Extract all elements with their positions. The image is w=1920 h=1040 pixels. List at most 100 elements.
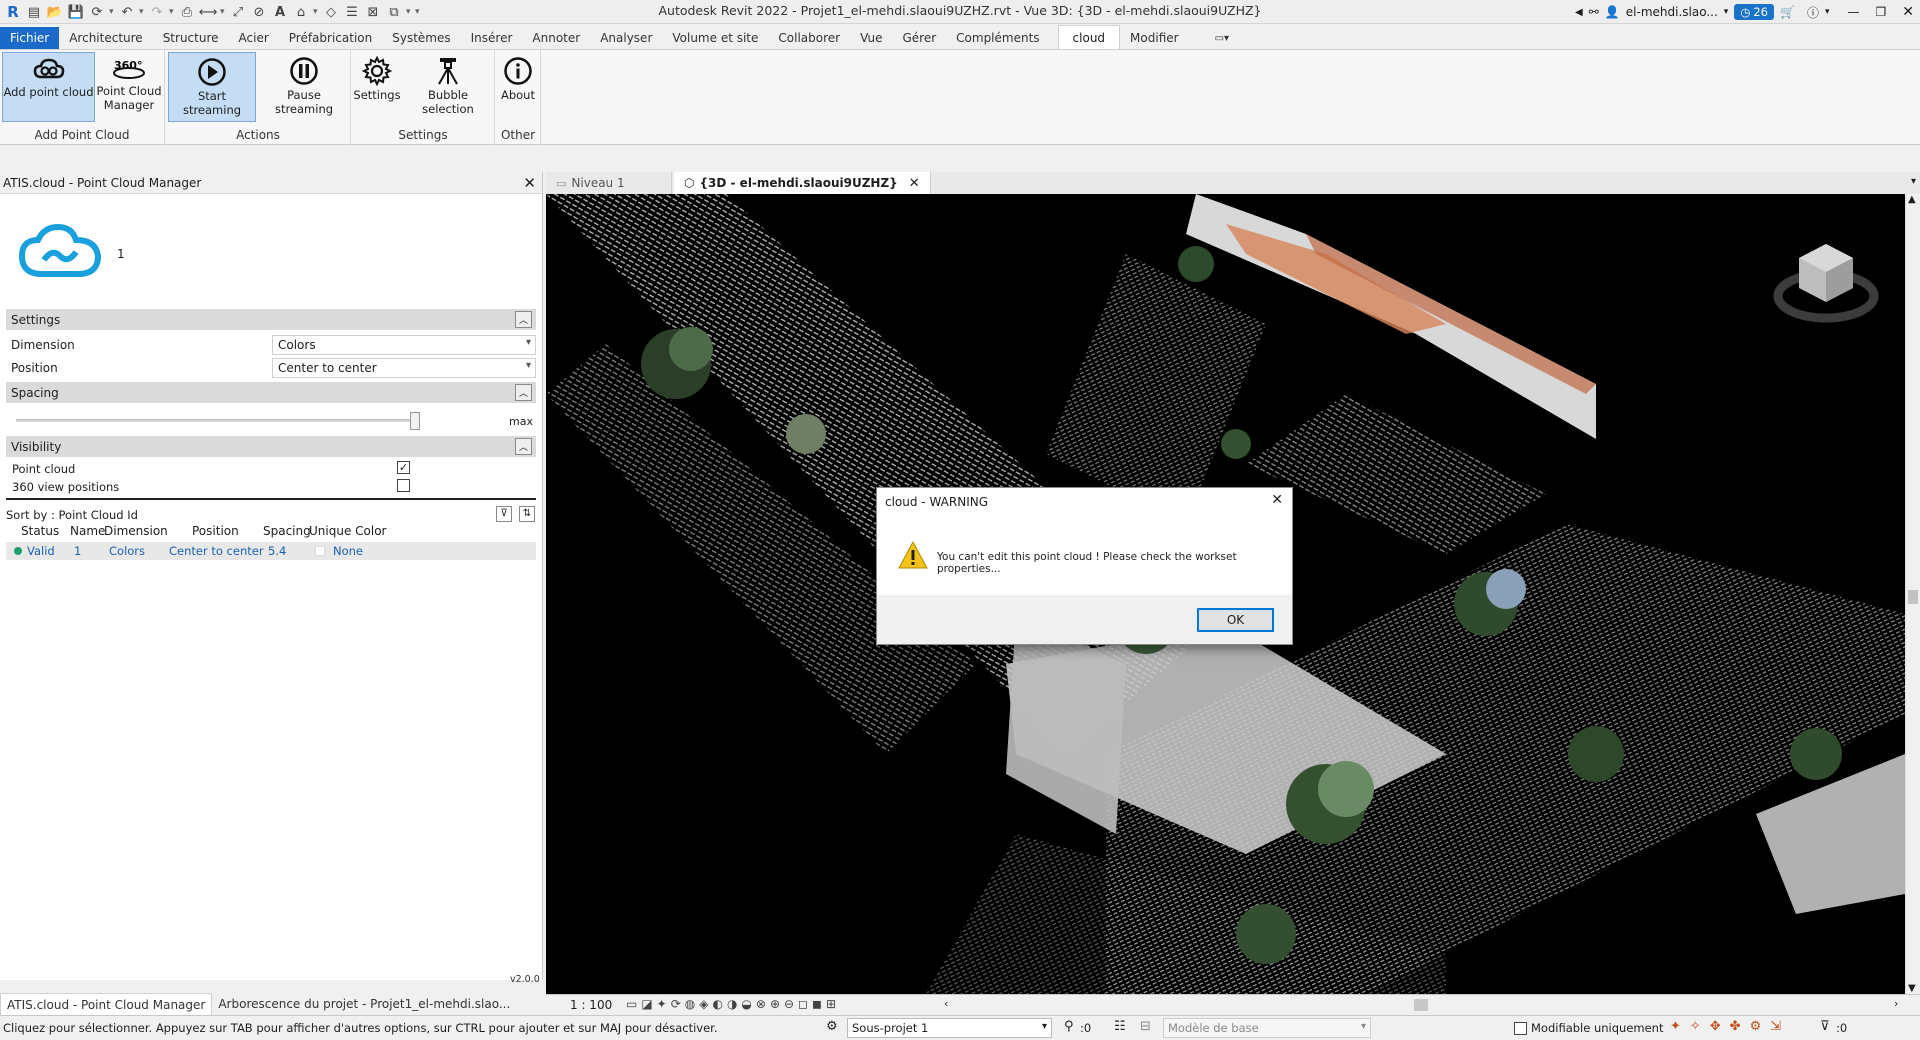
sync-icon[interactable]: ⟳ — [88, 3, 106, 21]
tab-cloud[interactable]: cloud — [1057, 25, 1121, 49]
table-row[interactable]: Valid 1 Colors Center to center 5.4 None — [6, 542, 536, 560]
tab-modifier[interactable]: Modifier — [1120, 27, 1189, 49]
tab-systemes[interactable]: Systèmes — [382, 27, 460, 49]
chevron-left-icon[interactable]: ‹ — [944, 997, 948, 1010]
view-scale[interactable]: 1 : 100 — [570, 998, 612, 1012]
ok-button[interactable]: OK — [1197, 608, 1274, 632]
scroll-up-icon[interactable]: ▲ — [1908, 194, 1916, 205]
section-icon[interactable]: ◇ — [322, 3, 340, 21]
switch-windows-icon[interactable]: ⧉ — [385, 3, 403, 21]
tab-3d-view[interactable]: ⬡ {3D - el-mehdi.slaoui9UZHZ} ✕ — [674, 172, 931, 194]
tab-collaborer[interactable]: Collaborer — [768, 27, 850, 49]
dropdown-icon[interactable]: ▾ — [139, 3, 145, 21]
column-name[interactable]: Name — [70, 524, 105, 538]
point-cloud-checkbox[interactable]: ✓ — [397, 461, 410, 474]
dropdown-icon[interactable]: ▾ — [109, 3, 115, 21]
dropdown-icon[interactable]: ▾ — [313, 3, 319, 21]
main-model-icon[interactable]: ⊟ — [1140, 1019, 1151, 1034]
360-view-positions-checkbox[interactable] — [397, 479, 410, 492]
horizontal-scroll-thumb[interactable] — [1414, 999, 1428, 1011]
column-spacing[interactable]: Spacing — [263, 524, 311, 538]
selection-options-icons[interactable]: ✦✧✥✤⚙⇲ — [1670, 1019, 1790, 1034]
editable-requests-icon[interactable]: ⚲ — [1064, 1019, 1074, 1034]
tab-acier[interactable]: Acier — [229, 27, 279, 49]
3d-view-icon[interactable]: ⌂ — [292, 3, 310, 21]
tab-fichier[interactable]: Fichier — [0, 27, 60, 49]
tab-vue[interactable]: Vue — [850, 27, 892, 49]
cart-icon[interactable]: 🛒 — [1780, 5, 1795, 19]
close-icon[interactable]: ✕ — [909, 176, 920, 191]
filter-icon[interactable]: ⊽ — [496, 506, 512, 522]
tab-project-browser[interactable]: Arborescence du projet - Projet1_el-mehd… — [212, 993, 516, 1015]
collapse-icon[interactable]: ︿ — [515, 438, 532, 455]
measure-icon[interactable]: ⟷ — [199, 3, 218, 21]
help-icon[interactable]: ⓘ — [1807, 4, 1819, 21]
restore-icon[interactable]: ❐ — [1876, 5, 1887, 19]
print-icon[interactable]: ⎙ — [178, 3, 196, 21]
notification-badge[interactable]: ◷ 26 — [1734, 4, 1774, 20]
sort-icon[interactable]: ⇅ — [519, 506, 535, 522]
filter-icon[interactable]: ⊽ — [1820, 1019, 1830, 1034]
dropdown-icon[interactable]: ▾ — [220, 3, 226, 21]
dimension-icon[interactable]: ⤢ — [229, 3, 247, 21]
dropdown-icon[interactable]: ▾ — [1825, 7, 1830, 17]
column-position[interactable]: Position — [192, 524, 239, 538]
close-icon[interactable]: ✕ — [1902, 4, 1914, 20]
save-icon[interactable]: 💾 — [67, 3, 85, 21]
dropdown-icon[interactable]: ▾ — [169, 3, 175, 21]
tab-niveau-1[interactable]: ▭ Niveau 1 — [546, 172, 672, 194]
about-button[interactable]: About — [498, 52, 538, 122]
chevron-left-icon[interactable]: ◀ — [1575, 7, 1583, 18]
spacing-slider-track[interactable] — [16, 419, 418, 422]
binoculars-icon[interactable]: ⚯ — [1589, 5, 1599, 19]
position-select[interactable]: Center to center ▾ — [272, 358, 536, 378]
tab-architecture[interactable]: Architecture — [59, 27, 152, 49]
column-status[interactable]: Status — [21, 524, 59, 538]
dropdown-icon[interactable]: ▾ — [406, 3, 412, 21]
collapse-icon[interactable]: ︿ — [515, 384, 532, 401]
revit-logo-icon[interactable]: R — [4, 3, 22, 21]
add-point-cloud-button[interactable]: Add point cloud — [2, 52, 95, 122]
bubble-selection-button[interactable]: Bubble selection — [402, 52, 494, 122]
tab-annoter[interactable]: Annoter — [522, 27, 590, 49]
column-unique-color[interactable]: Unique Color — [309, 524, 386, 538]
user-name[interactable]: el-mehdi.slao... — [1626, 5, 1718, 19]
pause-streaming-button[interactable]: Pause streaming — [258, 52, 350, 122]
customize-qat-icon[interactable]: ▾ — [415, 3, 421, 21]
start-streaming-button[interactable]: Start streaming — [168, 52, 256, 122]
dimension-select[interactable]: Colors ▾ — [272, 335, 536, 355]
close-icon[interactable]: ✕ — [523, 174, 536, 192]
tab-prefabrication[interactable]: Préfabrication — [279, 27, 382, 49]
tab-gerer[interactable]: Gérer — [892, 27, 946, 49]
dropdown-icon[interactable]: ▾ — [1724, 7, 1729, 17]
view-control-icons[interactable]: ▭◪✦⟳◍◈◐◑◒⊗⊕⊖◻◼⊞ — [626, 997, 840, 1011]
user-icon[interactable]: 👤 — [1605, 5, 1620, 19]
redo-icon[interactable]: ↷ — [148, 3, 166, 21]
tag-icon[interactable]: ⊘ — [250, 3, 268, 21]
tab-complements[interactable]: Compléments — [946, 27, 1049, 49]
workset-select[interactable]: Sous-projet 1 ▾ — [847, 1018, 1052, 1038]
minimize-icon[interactable]: — — [1848, 5, 1860, 19]
tab-structure[interactable]: Structure — [153, 27, 229, 49]
close-hidden-icon[interactable]: ⊠ — [364, 3, 382, 21]
open-icon[interactable]: 📂 — [46, 3, 64, 21]
collapse-icon[interactable]: ︿ — [515, 311, 532, 328]
settings-button[interactable]: Settings — [353, 52, 401, 122]
tabs-overflow-icon[interactable]: ▾ — [1911, 176, 1916, 187]
viewcube-icon[interactable] — [1771, 234, 1881, 334]
vertical-scrollbar[interactable]: ▲ ▼ — [1905, 194, 1920, 994]
undo-icon[interactable]: ↶ — [118, 3, 136, 21]
tab-inserer[interactable]: Insérer — [461, 27, 523, 49]
scroll-thumb[interactable] — [1908, 590, 1918, 604]
spacing-slider-thumb[interactable] — [410, 412, 420, 430]
editable-only-checkbox[interactable] — [1514, 1022, 1527, 1035]
thin-lines-icon[interactable]: ☰ — [343, 3, 361, 21]
text-icon[interactable]: A — [271, 3, 289, 21]
tab-analyser[interactable]: Analyser — [590, 27, 662, 49]
tab-point-cloud-manager[interactable]: ATIS.cloud - Point Cloud Manager — [0, 993, 213, 1015]
tab-volume-et-site[interactable]: Volume et site — [662, 27, 768, 49]
application-menu-icon[interactable]: ▤ — [25, 3, 43, 21]
close-icon[interactable]: ✕ — [1271, 492, 1283, 508]
row-color-swatch[interactable] — [315, 546, 325, 556]
chevron-right-icon[interactable]: › — [1894, 997, 1898, 1010]
